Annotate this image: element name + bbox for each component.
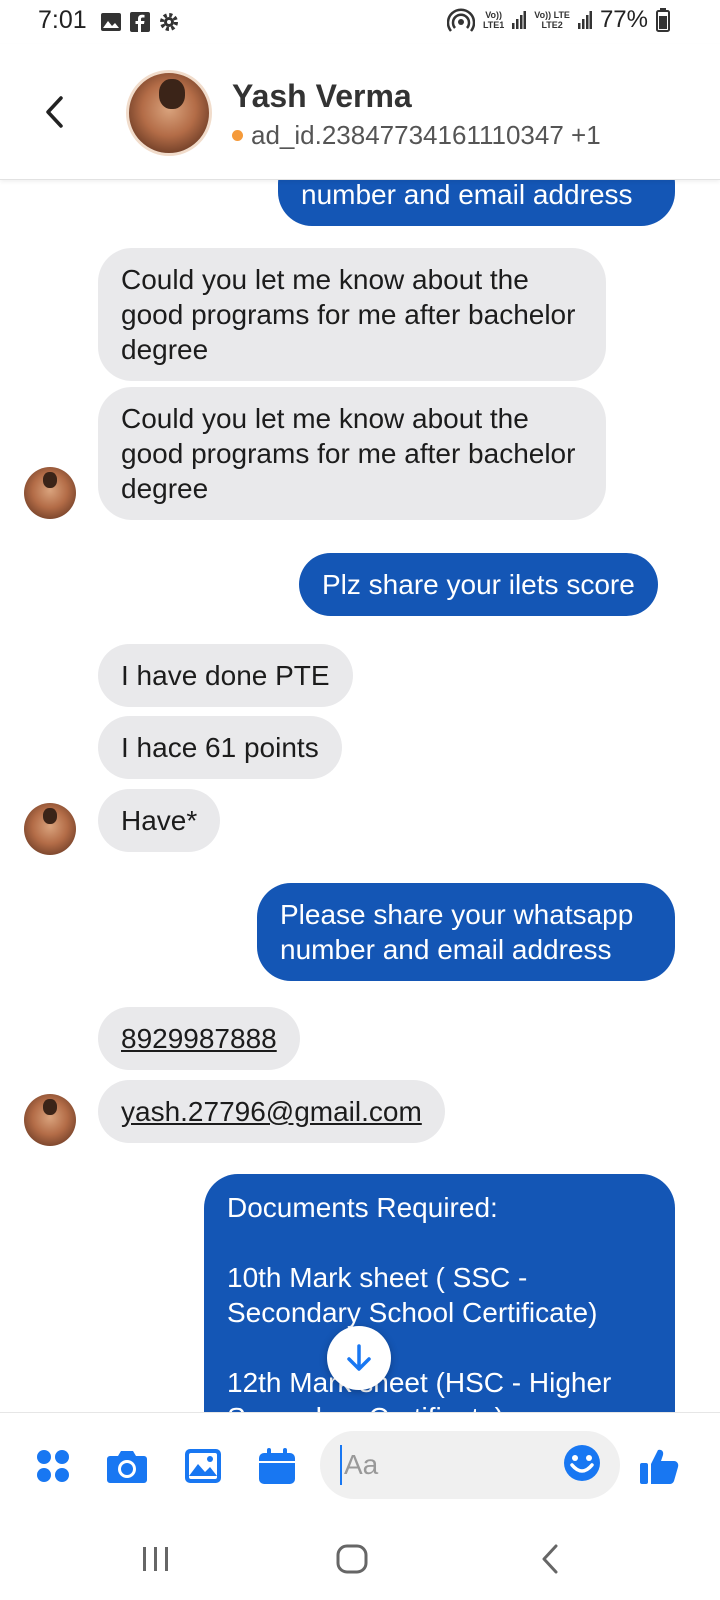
facebook-notification-icon <box>130 12 150 32</box>
status-time: 7:01 <box>38 6 87 34</box>
sender-avatar[interactable] <box>24 467 76 519</box>
home-icon <box>336 1544 368 1574</box>
signal2-icon <box>577 11 592 29</box>
like-button[interactable] <box>636 1443 682 1489</box>
notification-icons <box>100 11 180 33</box>
message-bubble-incoming[interactable]: I hace 61 points <box>98 716 342 779</box>
home-button[interactable] <box>322 1534 382 1584</box>
camera-button[interactable] <box>104 1443 150 1489</box>
message-bubble-incoming[interactable]: Could you let me know about the good pro… <box>98 248 606 381</box>
chevron-left-icon <box>46 96 63 128</box>
system-nav-bar <box>0 1522 720 1600</box>
message-input[interactable] <box>340 1445 540 1485</box>
gallery-icon <box>185 1449 221 1483</box>
status-bar: 7:01 Vo)) LTE1 Vo)) LTE LTE2 77% <box>0 0 720 44</box>
message-bubble-incoming[interactable]: 8929987888 <box>98 1007 300 1070</box>
message-bubble-outgoing[interactable]: Plz share your ilets score <box>299 553 658 616</box>
contact-avatar[interactable] <box>126 70 212 156</box>
arrow-down-icon <box>347 1344 371 1371</box>
phone-link[interactable]: 8929987888 <box>121 1023 277 1054</box>
signal1-icon <box>512 11 527 29</box>
status-right: Vo)) LTE1 Vo)) LTE LTE2 77% <box>446 6 670 34</box>
message-bubble-incoming[interactable]: yash.27796@gmail.com <box>98 1080 445 1143</box>
message-bubble-outgoing[interactable]: Please share your whatsapp number and em… <box>257 883 675 981</box>
message-input-container[interactable] <box>320 1431 620 1499</box>
status-dot-icon <box>232 130 243 141</box>
battery-percent: 77% <box>599 6 648 33</box>
settings-notification-icon <box>160 13 178 31</box>
sim2-indicator: Vo)) LTE LTE2 <box>534 10 570 30</box>
gallery-notification-icon <box>101 13 121 31</box>
calendar-button[interactable] <box>254 1443 300 1489</box>
message-list[interactable]: number and email address Could you let m… <box>0 180 720 1412</box>
recent-apps-icon <box>143 1547 168 1571</box>
contact-name[interactable]: Yash Verma <box>232 78 412 115</box>
message-bubble-outgoing[interactable]: Documents Required: 10th Mark sheet ( SS… <box>204 1174 675 1412</box>
message-bubble-incoming[interactable]: Have* <box>98 789 221 852</box>
contact-subtitle: ad_id.23847734161110347 +1 <box>232 120 601 151</box>
sender-avatar[interactable] <box>24 1094 76 1146</box>
conversation-header: Yash Verma ad_id.23847734161110347 +1 <box>0 44 720 180</box>
sim1-indicator: Vo)) LTE1 <box>482 10 505 30</box>
menu-dots-icon <box>37 1450 69 1482</box>
nav-back-icon <box>542 1544 558 1574</box>
nav-back-button[interactable] <box>520 1534 580 1584</box>
menu-button[interactable] <box>30 1443 76 1489</box>
emoji-icon <box>564 1445 600 1481</box>
composer-bar <box>0 1412 720 1522</box>
gallery-button[interactable] <box>180 1443 226 1489</box>
calendar-icon <box>259 1448 295 1484</box>
back-button[interactable] <box>34 88 74 136</box>
message-bubble-incoming[interactable]: Could you let me know about the good pro… <box>98 387 606 520</box>
sender-avatar[interactable] <box>24 803 76 855</box>
battery-icon <box>656 8 670 32</box>
contact-subtitle-text: ad_id.23847734161110347 +1 <box>251 120 601 150</box>
email-link[interactable]: yash.27796@gmail.com <box>121 1096 422 1127</box>
message-bubble-outgoing[interactable]: number and email address <box>278 180 675 226</box>
recent-apps-button[interactable] <box>126 1534 186 1584</box>
like-thumb-icon <box>640 1449 679 1484</box>
scroll-to-bottom-button[interactable] <box>327 1326 391 1390</box>
emoji-button[interactable] <box>562 1443 606 1487</box>
camera-icon <box>107 1451 147 1483</box>
hotspot-icon <box>446 8 475 32</box>
message-bubble-incoming[interactable]: I have done PTE <box>98 644 353 707</box>
